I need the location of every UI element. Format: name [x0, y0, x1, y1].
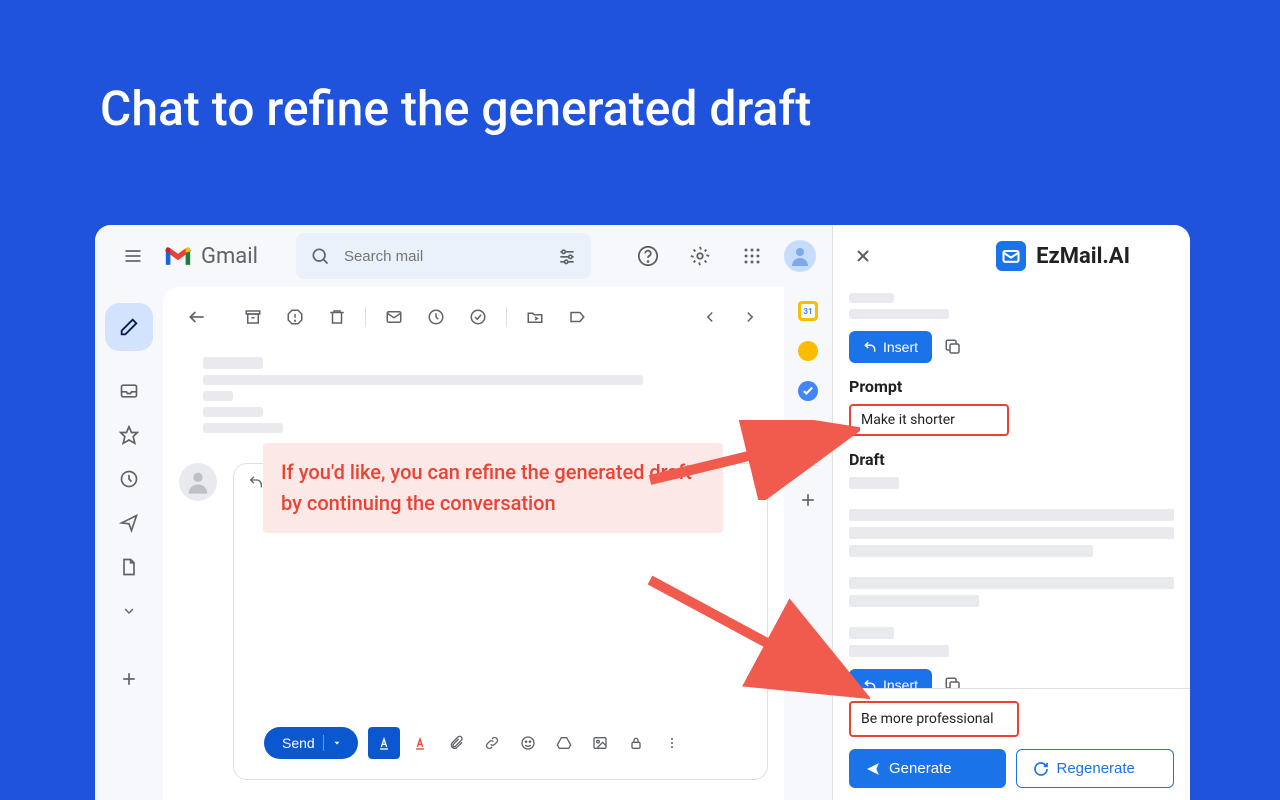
send-label: Send: [282, 735, 315, 751]
nav-inbox[interactable]: [105, 371, 153, 411]
reply-icon: [863, 340, 877, 354]
regenerate-label: Regenerate: [1057, 760, 1135, 777]
nav-new-label[interactable]: [105, 659, 153, 699]
snooze-icon[interactable]: [418, 299, 454, 335]
contacts-addon-icon[interactable]: [798, 421, 818, 441]
previous-draft-skeleton: [849, 293, 1174, 319]
reply-icon: [863, 678, 877, 688]
send-icon: [865, 761, 881, 777]
ezmail-logo-icon: [996, 241, 1026, 271]
insert-button-1[interactable]: Insert: [849, 331, 932, 363]
gmail-nav: [95, 287, 163, 800]
emoji-icon[interactable]: [512, 727, 544, 759]
calendar-addon-icon[interactable]: 31: [798, 301, 818, 321]
search-options-icon[interactable]: [557, 246, 577, 266]
refresh-icon: [1033, 761, 1049, 777]
reply-icon: [248, 474, 264, 490]
message-header-skeleton: [163, 347, 784, 443]
compose-button[interactable]: [105, 303, 153, 351]
gmail-brand-text: Gmail: [201, 244, 258, 269]
send-button[interactable]: Send: [264, 727, 358, 759]
move-icon[interactable]: [517, 299, 553, 335]
copy-icon[interactable]: [944, 676, 962, 688]
image-icon[interactable]: [584, 727, 616, 759]
refine-input[interactable]: Be more professional: [849, 701, 1019, 737]
prev-icon[interactable]: [692, 299, 728, 335]
keep-addon-icon[interactable]: [798, 341, 818, 361]
nav-more[interactable]: [105, 591, 153, 631]
ezmail-title: EzMail.AI: [1036, 244, 1130, 269]
draft-section-title: Draft: [849, 450, 1174, 469]
app-window: Gmail: [95, 225, 1190, 800]
gmail-app: Gmail: [95, 225, 832, 800]
menu-icon[interactable]: [111, 234, 155, 278]
next-icon[interactable]: [732, 299, 768, 335]
add-task-icon[interactable]: [460, 299, 496, 335]
generate-button[interactable]: Generate: [849, 749, 1006, 788]
insert-label: Insert: [883, 677, 918, 688]
send-options-icon[interactable]: [332, 738, 342, 748]
account-avatar[interactable]: [784, 240, 816, 272]
drive-icon[interactable]: [548, 727, 580, 759]
tasks-addon-icon[interactable]: [798, 381, 818, 401]
generate-label: Generate: [889, 760, 952, 777]
help-icon[interactable]: [628, 236, 668, 276]
archive-icon[interactable]: [235, 299, 271, 335]
search-bar[interactable]: [296, 233, 591, 279]
nav-sent[interactable]: [105, 503, 153, 543]
get-addons-icon[interactable]: [798, 490, 818, 510]
spam-icon[interactable]: [277, 299, 313, 335]
sender-avatar: [179, 463, 217, 501]
nav-starred[interactable]: [105, 415, 153, 455]
attach-icon[interactable]: [440, 727, 472, 759]
delete-icon[interactable]: [319, 299, 355, 335]
prompt-section-title: Prompt: [849, 377, 1174, 396]
insert-label: Insert: [883, 339, 918, 355]
gmail-header: Gmail: [95, 225, 832, 287]
gmail-logo: Gmail: [163, 244, 258, 269]
draft-content-skeleton: [849, 477, 1174, 657]
search-input[interactable]: [344, 248, 543, 265]
search-icon: [310, 246, 330, 266]
copy-icon[interactable]: [944, 338, 962, 356]
ezmail-panel: EzMail.AI Insert Prompt Make it shorter …: [832, 225, 1190, 800]
close-icon[interactable]: [853, 246, 873, 266]
apps-icon[interactable]: [732, 236, 772, 276]
side-panel-icons: 31: [784, 287, 832, 800]
callout-tooltip: If you'd like, you can refine the genera…: [263, 443, 723, 533]
nav-drafts[interactable]: [105, 547, 153, 587]
more-icon[interactable]: [656, 727, 688, 759]
back-icon[interactable]: [179, 299, 215, 335]
prompt-value: Make it shorter: [849, 404, 1009, 436]
format-icon[interactable]: [368, 727, 400, 759]
lock-icon[interactable]: [620, 727, 652, 759]
compose-toolbar: [163, 287, 784, 347]
mark-unread-icon[interactable]: [376, 299, 412, 335]
regenerate-button[interactable]: Regenerate: [1016, 749, 1175, 788]
nav-snoozed[interactable]: [105, 459, 153, 499]
text-color-icon[interactable]: [404, 727, 436, 759]
settings-icon[interactable]: [680, 236, 720, 276]
hero-title: Chat to refine the generated draft: [0, 0, 1280, 137]
label-icon[interactable]: [559, 299, 595, 335]
compose-area: Send: [163, 287, 784, 800]
link-icon[interactable]: [476, 727, 508, 759]
insert-button-2[interactable]: Insert: [849, 669, 932, 688]
